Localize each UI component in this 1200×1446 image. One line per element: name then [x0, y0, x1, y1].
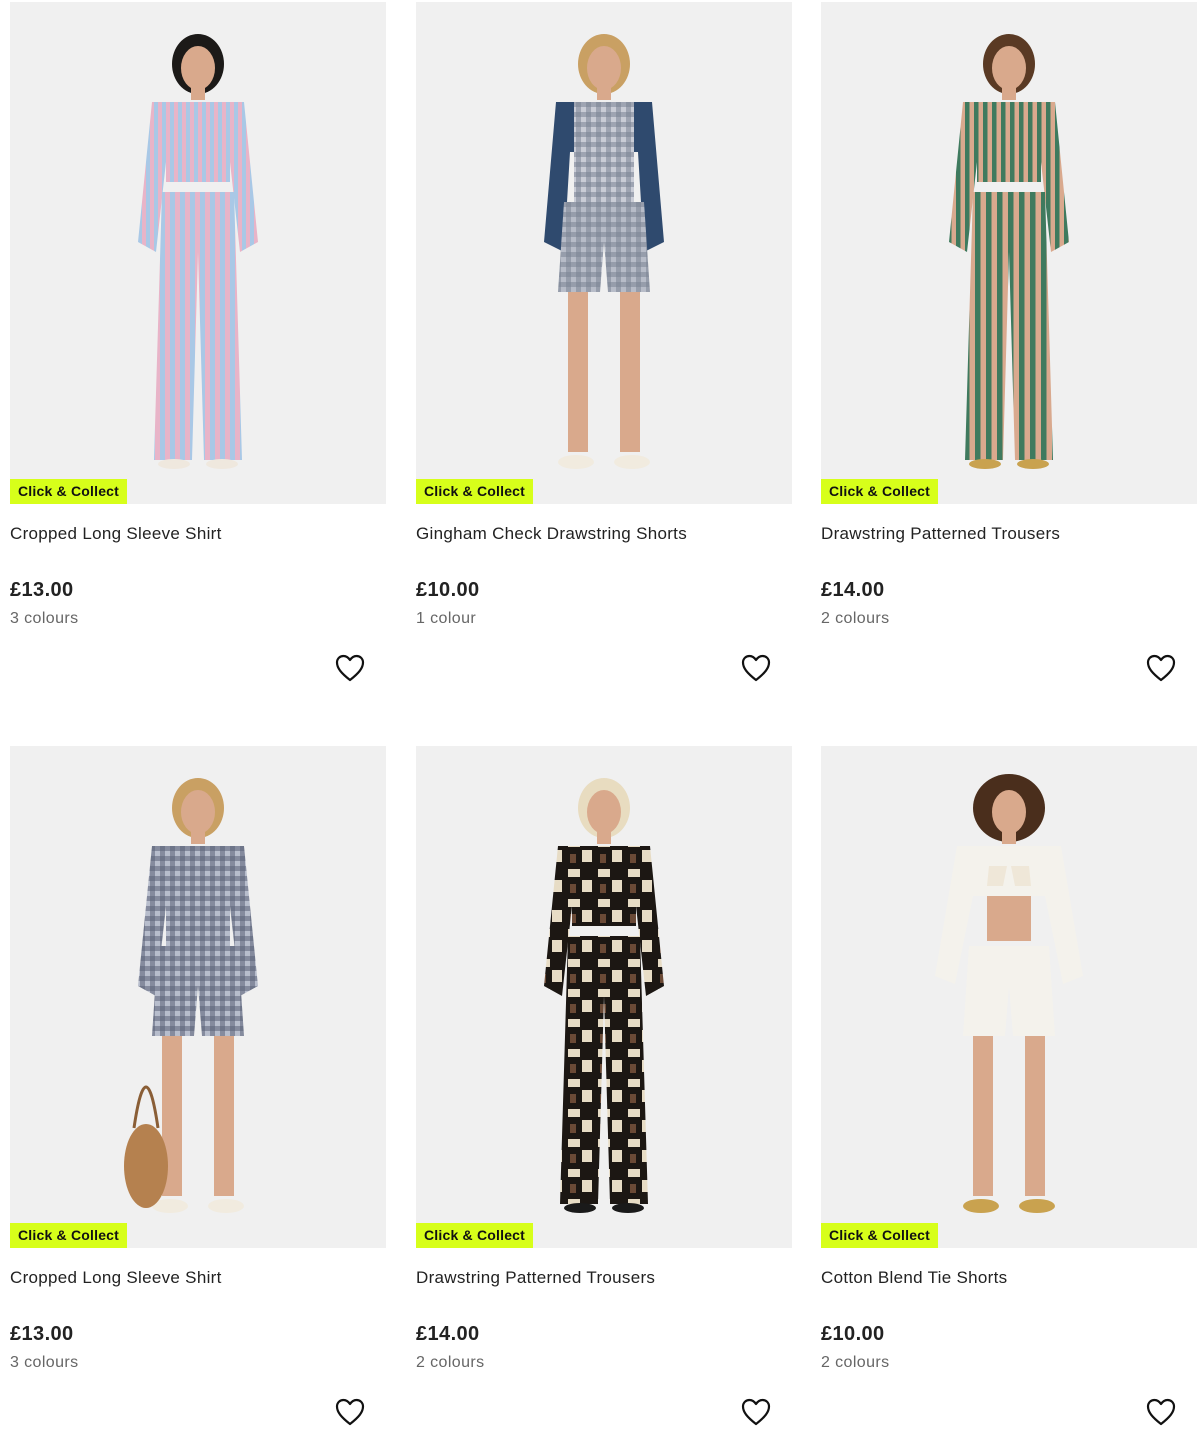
wishlist-button[interactable]: [740, 1396, 772, 1428]
product-card[interactable]: Click & Collect Cropped Long Sleeve Shir…: [10, 746, 386, 1446]
product-price: £10.00: [416, 579, 480, 601]
wishlist-button[interactable]: [1145, 1396, 1177, 1428]
product-image[interactable]: Click & Collect: [10, 746, 386, 1248]
product-grid: Click & Collect Cropped Long Sleeve Shir…: [0, 0, 1200, 1429]
product-card[interactable]: Click & Collect Drawstring Patterned Tro…: [416, 746, 792, 1446]
heart-outline-icon: [1146, 1398, 1176, 1426]
product-price: £14.00: [416, 1323, 480, 1345]
product-image[interactable]: Click & Collect: [416, 2, 792, 504]
heart-outline-icon: [335, 654, 365, 682]
product-card[interactable]: Click & Collect Cotton Blend Tie Shorts …: [821, 746, 1197, 1446]
product-colour-count: 3 colours: [10, 1354, 79, 1371]
product-colour-count: 2 colours: [821, 1354, 890, 1371]
heart-outline-icon: [741, 654, 771, 682]
wishlist-button[interactable]: [1145, 652, 1177, 684]
click-and-collect-badge: Click & Collect: [821, 479, 939, 504]
product-name[interactable]: Drawstring Patterned Trousers: [821, 524, 1060, 544]
wishlist-button[interactable]: [334, 652, 366, 684]
product-name[interactable]: Drawstring Patterned Trousers: [416, 1268, 655, 1288]
click-and-collect-badge: Click & Collect: [416, 479, 534, 504]
heart-outline-icon: [1146, 654, 1176, 682]
heart-outline-icon: [741, 1398, 771, 1426]
product-name[interactable]: Cropped Long Sleeve Shirt: [10, 1268, 222, 1288]
product-card[interactable]: Click & Collect Cropped Long Sleeve Shir…: [10, 2, 386, 702]
product-colour-count: 1 colour: [416, 610, 477, 627]
product-image[interactable]: Click & Collect: [10, 2, 386, 504]
product-name[interactable]: Gingham Check Drawstring Shorts: [416, 524, 687, 544]
product-price: £13.00: [10, 579, 74, 601]
product-colour-count: 3 colours: [10, 610, 79, 627]
product-image[interactable]: Click & Collect: [821, 746, 1197, 1248]
product-name[interactable]: Cropped Long Sleeve Shirt: [10, 524, 222, 544]
product-image[interactable]: Click & Collect: [416, 746, 792, 1248]
product-price: £10.00: [821, 1323, 885, 1345]
product-card[interactable]: Click & Collect Gingham Check Drawstring…: [416, 2, 792, 702]
click-and-collect-badge: Click & Collect: [821, 1223, 939, 1248]
wishlist-button[interactable]: [334, 1396, 366, 1428]
product-name[interactable]: Cotton Blend Tie Shorts: [821, 1268, 1007, 1288]
product-colour-count: 2 colours: [821, 610, 890, 627]
product-price: £14.00: [821, 579, 885, 601]
product-colour-count: 2 colours: [416, 1354, 485, 1371]
heart-outline-icon: [335, 1398, 365, 1426]
wishlist-button[interactable]: [740, 652, 772, 684]
product-image[interactable]: Click & Collect: [821, 2, 1197, 504]
product-price: £13.00: [10, 1323, 74, 1345]
product-card[interactable]: Click & Collect Drawstring Patterned Tro…: [821, 2, 1197, 702]
click-and-collect-badge: Click & Collect: [10, 479, 128, 504]
click-and-collect-badge: Click & Collect: [10, 1223, 128, 1248]
click-and-collect-badge: Click & Collect: [416, 1223, 534, 1248]
